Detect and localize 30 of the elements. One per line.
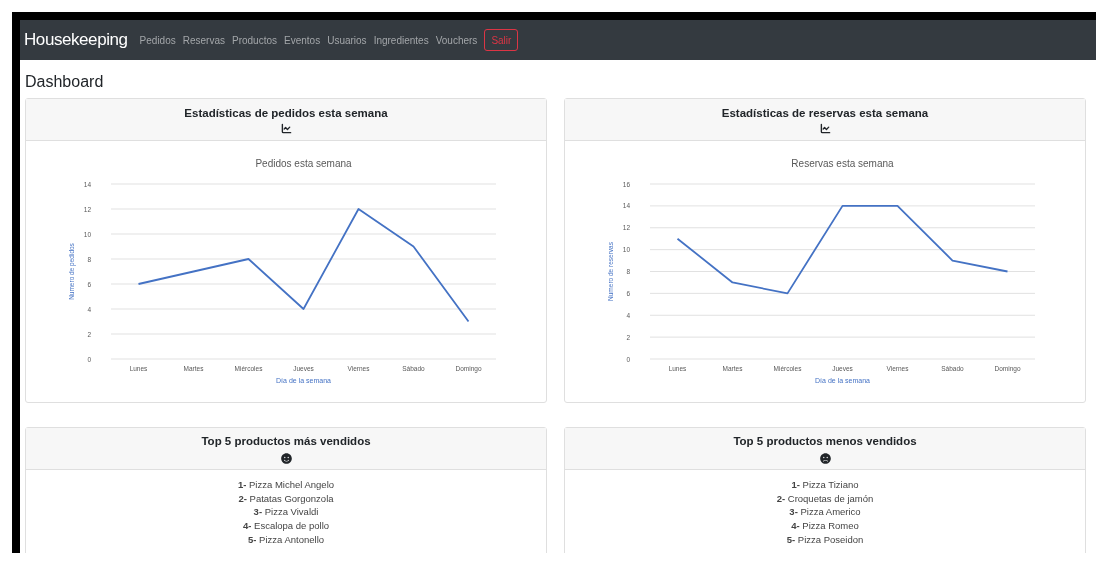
- nav-link[interactable]: Pedidos: [139, 32, 176, 48]
- card-title: Top 5 productos más vendidos: [201, 434, 371, 450]
- chart-line-icon: [280, 123, 292, 135]
- product-item: 3- Pizza Americo: [789, 505, 861, 520]
- nav-link[interactable]: Eventos: [284, 32, 321, 48]
- product-item: 1- Pizza Tiziano: [791, 478, 859, 492]
- smiley-icon: [280, 452, 292, 464]
- product-item: 5- Pizza Antonello: [247, 532, 325, 547]
- product-item: 5- Pizza Poseidon: [786, 532, 864, 547]
- product-item: 4- Pizza Romeo: [791, 519, 859, 533]
- card-title: Estadísticas de pedidos esta semana: [184, 105, 388, 121]
- card-title: Estadísticas de reservas esta semana: [721, 105, 929, 121]
- chart-line-icon: [819, 123, 831, 135]
- product-item: 4- Escalopa de pollo: [242, 519, 330, 533]
- chart-title: Reservas esta semana: [791, 158, 894, 169]
- frown-icon: [819, 452, 831, 464]
- nav-link[interactable]: Vouchers: [435, 32, 478, 48]
- brand-logo[interactable]: Housekeeping: [24, 27, 128, 53]
- page-title: Dashboard: [25, 72, 105, 92]
- nav-link[interactable]: Productos: [232, 32, 277, 48]
- product-item: 2- Croquetas de jamón: [776, 491, 874, 506]
- nav-link[interactable]: Usuarios: [327, 32, 367, 48]
- product-item: 2- Patatas Gorgonzola: [238, 491, 334, 506]
- nav-link[interactable]: Ingredientes: [373, 32, 429, 48]
- card-title: Top 5 productos menos vendidos: [733, 434, 917, 450]
- nav-link[interactable]: Reservas: [182, 32, 225, 48]
- product-item: 1- Pizza Michel Angelo: [237, 478, 335, 492]
- chart-title: Pedidos esta semana: [255, 158, 352, 169]
- product-item: 3- Pizza Vivaldi: [253, 505, 319, 520]
- logout-button[interactable]: Salir: [484, 29, 519, 51]
